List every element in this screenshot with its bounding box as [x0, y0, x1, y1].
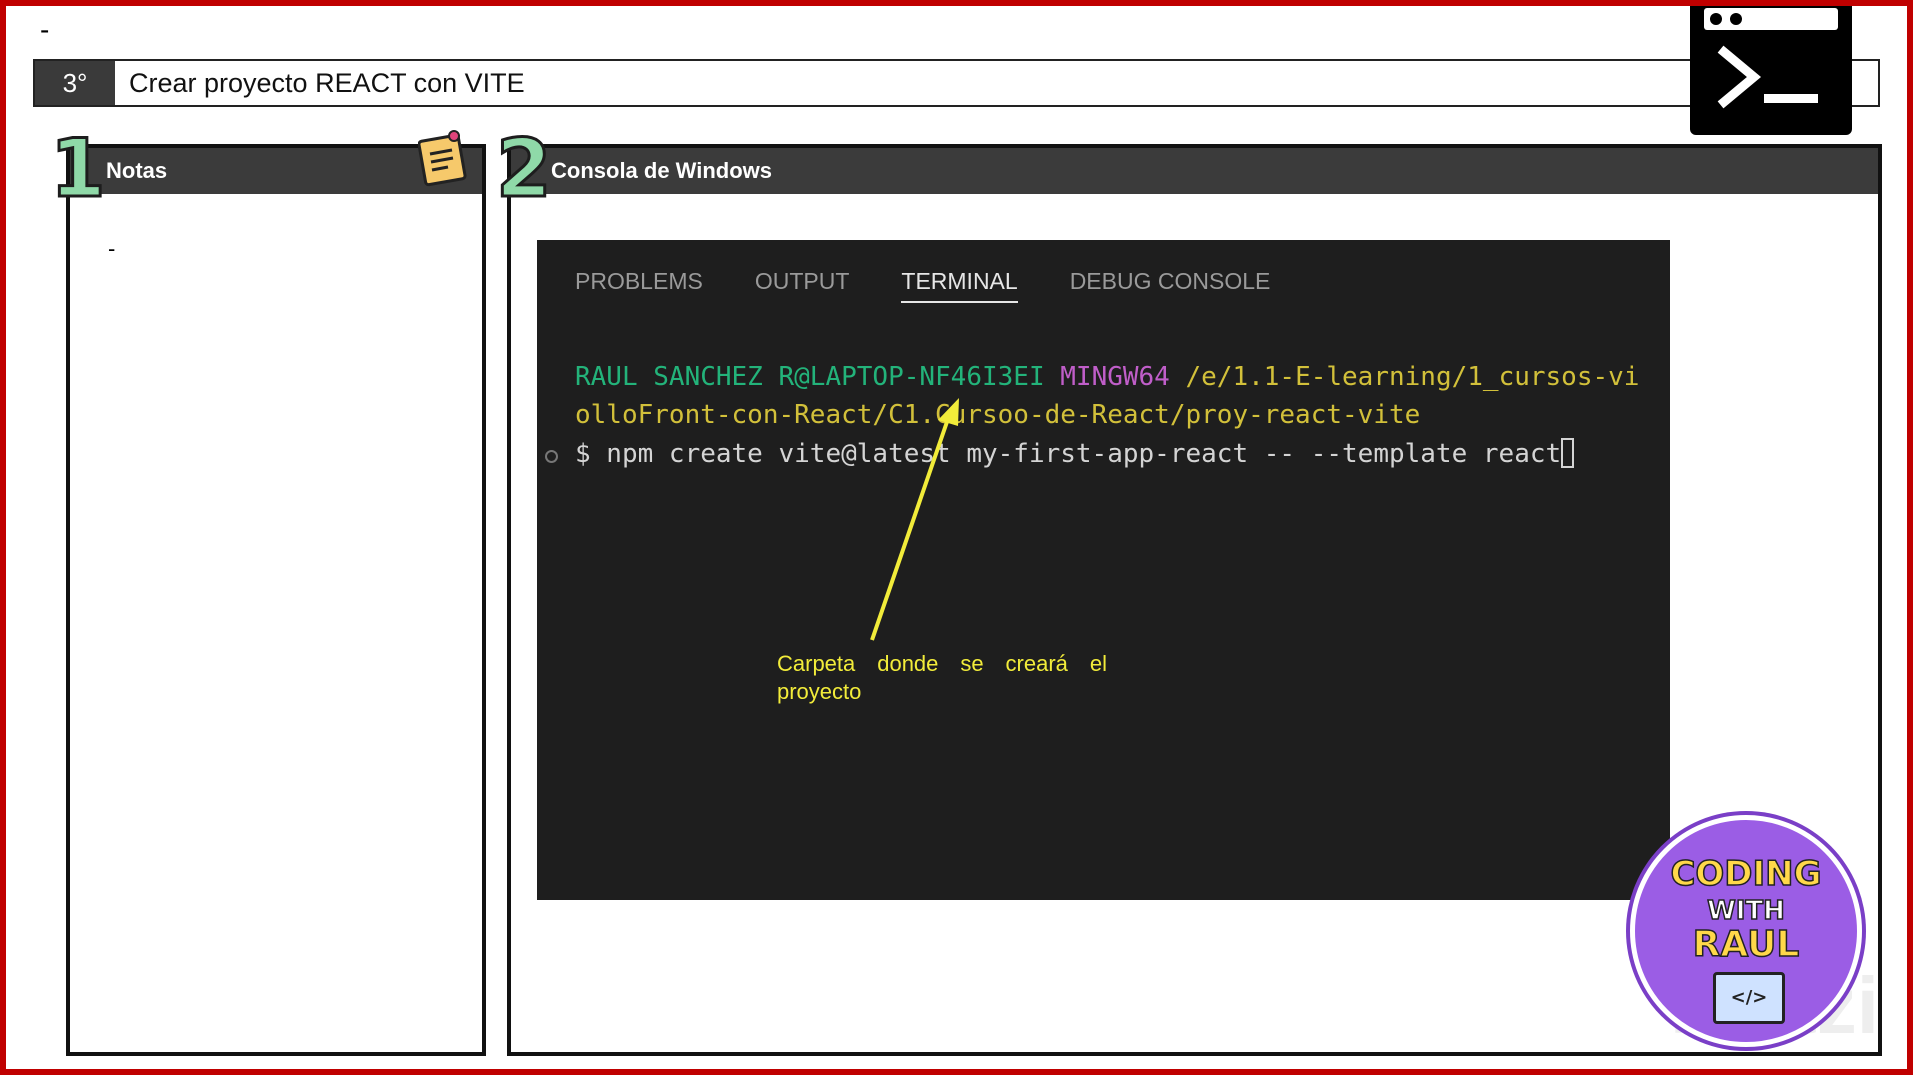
notes-step-number: 1 — [49, 121, 108, 217]
logo-line2: WITH — [1706, 895, 1785, 927]
notes-title: Notas — [106, 158, 168, 183]
terminal-area[interactable]: PROBLEMS OUTPUT TERMINAL DEBUG CONSOLE R… — [537, 240, 1670, 900]
step-title: Crear proyecto REACT con VITE — [129, 67, 525, 98]
console-step-number: 2 — [495, 121, 554, 217]
notes-content: - — [108, 236, 116, 261]
arrow-annotation-icon — [870, 398, 959, 641]
annotation-text: Carpeta donde se creará el proyecto — [777, 651, 1107, 704]
console-header: Consola de Windows — [511, 148, 1878, 194]
top-dash: - — [40, 14, 50, 45]
sticky-note-icon — [418, 130, 467, 187]
step-header: 3° Crear proyecto REACT con VITE — [33, 59, 1880, 107]
prompt-chevron-icon — [1717, 45, 1818, 109]
console-title: Consola de Windows — [551, 158, 773, 183]
terminal-window-icon — [1690, 0, 1852, 135]
code-window-icon: </> — [1713, 972, 1785, 1024]
notes-panel: Notas — [66, 144, 486, 1056]
step-number: 3° — [35, 61, 115, 105]
coding-with-raul-logo: CODING WITH RAUL </> — [1630, 815, 1862, 1047]
logo-line3: RAUL — [1692, 923, 1800, 966]
logo-line1: CODING — [1670, 853, 1823, 895]
